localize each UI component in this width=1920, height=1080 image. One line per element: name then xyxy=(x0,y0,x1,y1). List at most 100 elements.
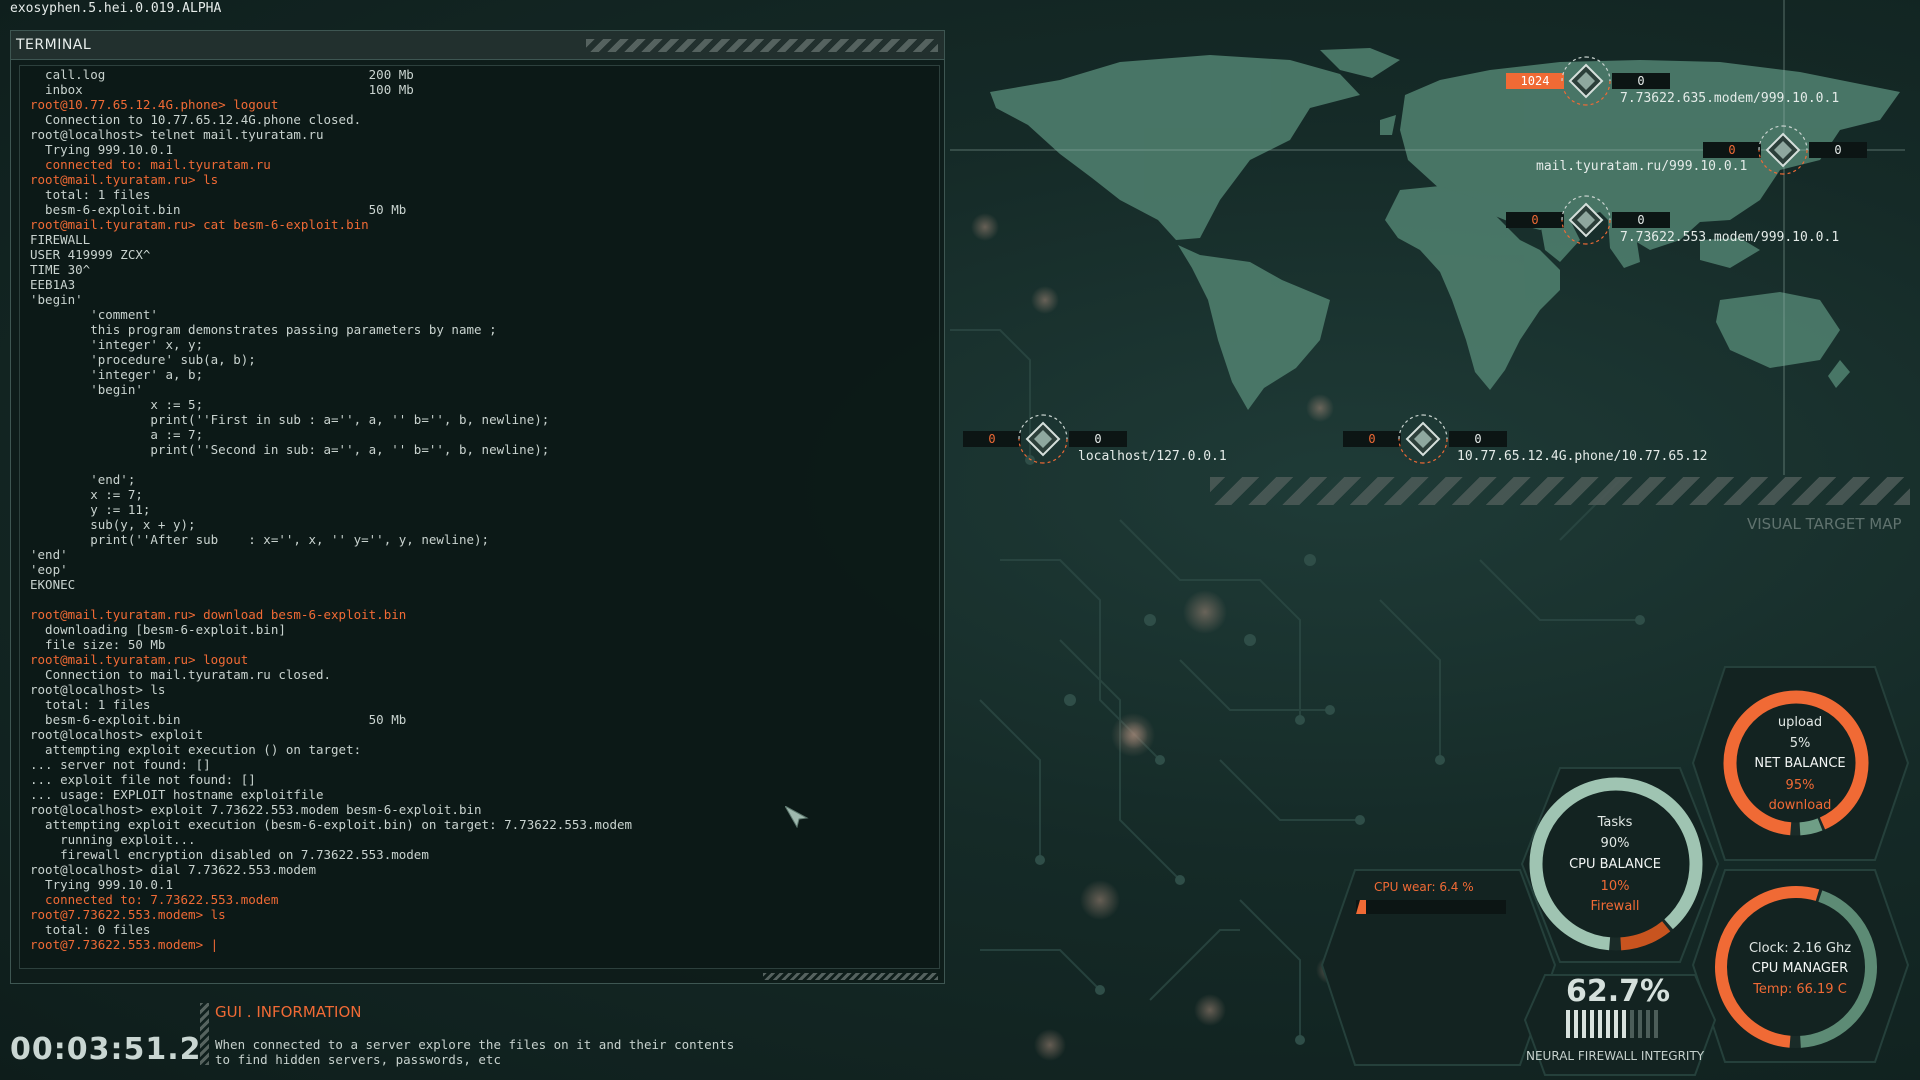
terminal-line: 'comment' xyxy=(30,307,158,322)
terminal-title: TERMINAL xyxy=(16,37,92,53)
node-label[interactable]: 7.73622.553.modem/999.10.0.1 xyxy=(1620,230,1839,245)
game-clock: 00:03:51.2 xyxy=(10,1032,202,1067)
terminal-line: 'begin' xyxy=(30,292,83,307)
node-left-value: 0 xyxy=(963,431,1021,447)
firewall-integrity-bars xyxy=(1566,1010,1658,1038)
terminal-line: total: 1 files xyxy=(30,697,151,712)
map-stripes xyxy=(1210,477,1910,505)
firewall-bar xyxy=(1614,1010,1618,1038)
terminal-line: ... exploit file not found: [] xyxy=(30,772,256,787)
terminal-line: 'end'; xyxy=(30,472,136,487)
terminal-line: USER 419999 ZCX^ xyxy=(30,247,151,262)
info-title: GUI . INFORMATION xyxy=(215,1003,362,1021)
terminal-line: root@localhost> dial 7.73622.553.modem xyxy=(30,862,316,877)
node-label[interactable]: mail.tyuratam.ru/999.10.0.1 xyxy=(1536,159,1747,174)
info-line: When connected to a server explore the f… xyxy=(215,1037,735,1052)
terminal-line: total: 0 files xyxy=(30,922,151,937)
terminal-line: besm-6-exploit.bin 50 Mb xyxy=(30,712,407,727)
terminal-line: print(''After sub : x='', x, '' y='', y,… xyxy=(30,532,490,547)
terminal-line: file size: 50 Mb xyxy=(30,637,166,652)
terminal-line: root@localhost> telnet mail.tyuratam.ru xyxy=(30,127,324,142)
header-stripes xyxy=(586,39,938,52)
terminal-line: firewall encryption disabled on 7.73622.… xyxy=(30,847,429,862)
terminal-line: x := 7; xyxy=(30,487,143,502)
firewall-bar xyxy=(1574,1010,1578,1038)
firewall-bar xyxy=(1590,1010,1594,1038)
firewall-label: Firewall xyxy=(1590,899,1640,914)
server-node-icon[interactable] xyxy=(1757,124,1809,176)
terminal-line: connected to: 7.73622.553.modem xyxy=(30,892,279,907)
firewall-bar xyxy=(1638,1010,1642,1038)
firewall-bar xyxy=(1622,1010,1626,1038)
version-label: exosyphen.5.hei.0.019.ALPHA xyxy=(10,1,222,16)
terminal-line: a := 7; xyxy=(30,427,204,442)
info-line: to find hidden servers, passwords, etc xyxy=(215,1052,501,1067)
cpu-balance-title: CPU BALANCE xyxy=(1569,857,1661,872)
firewall-bar xyxy=(1566,1010,1570,1038)
firewall-bar xyxy=(1630,1010,1634,1038)
cpu-wear-label: CPU wear: 6.4 % xyxy=(1374,880,1474,894)
terminal-line: print(''Second in sub: a='', a, '' b='',… xyxy=(30,442,550,457)
tasks-pct: 90% xyxy=(1600,836,1630,851)
node-right-value: 0 xyxy=(1809,142,1867,158)
terminal-line: attempting exploit execution () on targe… xyxy=(30,742,362,757)
server-node-icon[interactable] xyxy=(1017,413,1069,465)
terminal-line: root@mail.tyuratam.ru> cat besm-6-exploi… xyxy=(30,217,369,232)
tasks-label: Tasks xyxy=(1597,815,1633,830)
terminal-line: total: 1 files xyxy=(30,187,151,202)
terminal-output[interactable]: call.log 200 Mb inbox 100 Mb root@10.77.6… xyxy=(19,65,940,969)
terminal-line: root@7.73622.553.modem> ls xyxy=(30,907,226,922)
cpu-clock: Clock: 2.16 Ghz xyxy=(1748,941,1852,956)
terminal-line: downloading [besm-6-exploit.bin] xyxy=(30,622,286,637)
server-node-icon[interactable] xyxy=(1560,194,1612,246)
terminal-window[interactable]: TERMINAL call.log 200 Mb inbox 100 Mb roo… xyxy=(10,30,945,984)
info-stripe xyxy=(200,1003,209,1065)
terminal-line: Trying 999.10.0.1 xyxy=(30,142,173,157)
cpu-manager-title: CPU MANAGER xyxy=(1751,961,1849,976)
node-right-value: 0 xyxy=(1612,73,1670,89)
terminal-line: root@mail.tyuratam.ru> ls xyxy=(30,172,219,187)
upload-label: upload xyxy=(1777,715,1823,730)
terminal-line: TIME 30^ xyxy=(30,262,91,277)
terminal-line: print(''First in sub : a='', a, '' b='',… xyxy=(30,412,550,427)
firewall-bar xyxy=(1654,1010,1658,1038)
terminal-line: Trying 999.10.0.1 xyxy=(30,877,173,892)
server-node-icon[interactable] xyxy=(1397,413,1449,465)
terminal-line: EEB1A3 xyxy=(30,277,76,292)
firewall-bar xyxy=(1598,1010,1602,1038)
net-balance-ring-secondary-arc xyxy=(1799,818,1823,836)
terminal-line: root@10.77.65.12.4G.phone> logout xyxy=(30,97,279,112)
terminal-line: y := 11; xyxy=(30,502,151,517)
firewall-integrity-label: NEURAL FIREWALL INTEGRITY xyxy=(1526,1049,1705,1063)
node-right-value: 0 xyxy=(1069,431,1127,447)
terminal-line: root@mail.tyuratam.ru> logout xyxy=(30,652,249,667)
map-caption: VISUAL TARGET MAP xyxy=(1747,515,1902,533)
terminal-line: EKONEC xyxy=(30,577,76,592)
terminal-line: this program demonstrates passing parame… xyxy=(30,322,497,337)
cpu-wear-bar xyxy=(1356,900,1506,914)
cpu-wear-fill xyxy=(1356,900,1366,914)
terminal-line: Connection to 10.77.65.12.4G.phone close… xyxy=(30,112,362,127)
terminal-line: ... server not found: [] xyxy=(30,757,211,772)
terminal-line: root@7.73622.553.modem> | xyxy=(30,937,219,952)
node-left-value: 0 xyxy=(1343,431,1401,447)
server-node-icon[interactable] xyxy=(1560,55,1612,107)
terminal-line: call.log 200 Mb xyxy=(30,67,414,82)
node-label[interactable]: 10.77.65.12.4G.phone/10.77.65.12 xyxy=(1457,449,1707,464)
terminal-header: TERMINAL xyxy=(11,31,944,60)
terminal-line: root@mail.tyuratam.ru> download besm-6-e… xyxy=(30,607,407,622)
terminal-line: Connection to mail.tyuratam.ru closed. xyxy=(30,667,332,682)
terminal-line: 'integer' a, b; xyxy=(30,367,204,382)
node-right-value: 0 xyxy=(1449,431,1507,447)
terminal-line: root@localhost> exploit xyxy=(30,727,204,742)
node-label[interactable]: 7.73622.635.modem/999.10.0.1 xyxy=(1620,91,1839,106)
footer-stripes xyxy=(763,973,938,980)
node-label[interactable]: localhost/127.0.0.1 xyxy=(1078,449,1227,464)
terminal-line: root@localhost> ls xyxy=(30,682,166,697)
upload-pct: 5% xyxy=(1789,736,1811,751)
download-pct: 95% xyxy=(1785,778,1815,793)
firewall-pct: 10% xyxy=(1600,879,1630,894)
terminal-line: 'eop' xyxy=(30,562,68,577)
node-left-value: 0 xyxy=(1703,142,1761,158)
node-left-value: 0 xyxy=(1506,212,1564,228)
